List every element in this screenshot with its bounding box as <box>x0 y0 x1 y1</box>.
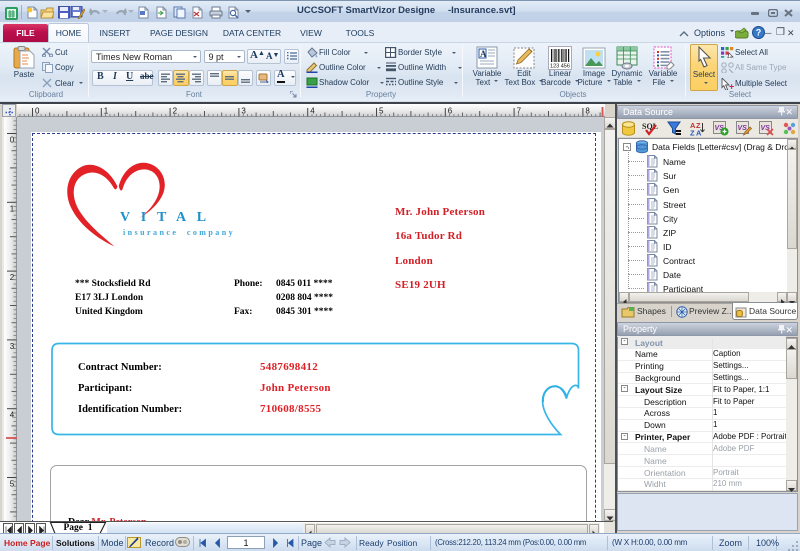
svg-text:6: 6 <box>448 107 453 116</box>
svg-text:+: + <box>729 81 734 90</box>
svg-text:Z: Z <box>690 129 695 137</box>
svg-text:7: 7 <box>517 107 522 116</box>
svg-text:5: 5 <box>379 107 384 116</box>
svg-text:0: 0 <box>35 107 40 116</box>
svg-text:0: 0 <box>10 136 15 145</box>
svg-text:8: 8 <box>585 107 590 116</box>
svg-text:5: 5 <box>10 480 15 489</box>
svg-text:3: 3 <box>10 342 15 351</box>
svg-text:3: 3 <box>241 107 246 116</box>
svg-text:2: 2 <box>10 273 15 282</box>
svg-text:4: 4 <box>310 107 315 116</box>
svg-text:A: A <box>480 49 487 59</box>
svg-text:1: 1 <box>10 204 15 213</box>
svg-text:?: ? <box>756 28 762 38</box>
svg-text:4: 4 <box>10 411 15 420</box>
svg-text:1: 1 <box>104 107 109 116</box>
svg-text:2: 2 <box>173 107 178 116</box>
